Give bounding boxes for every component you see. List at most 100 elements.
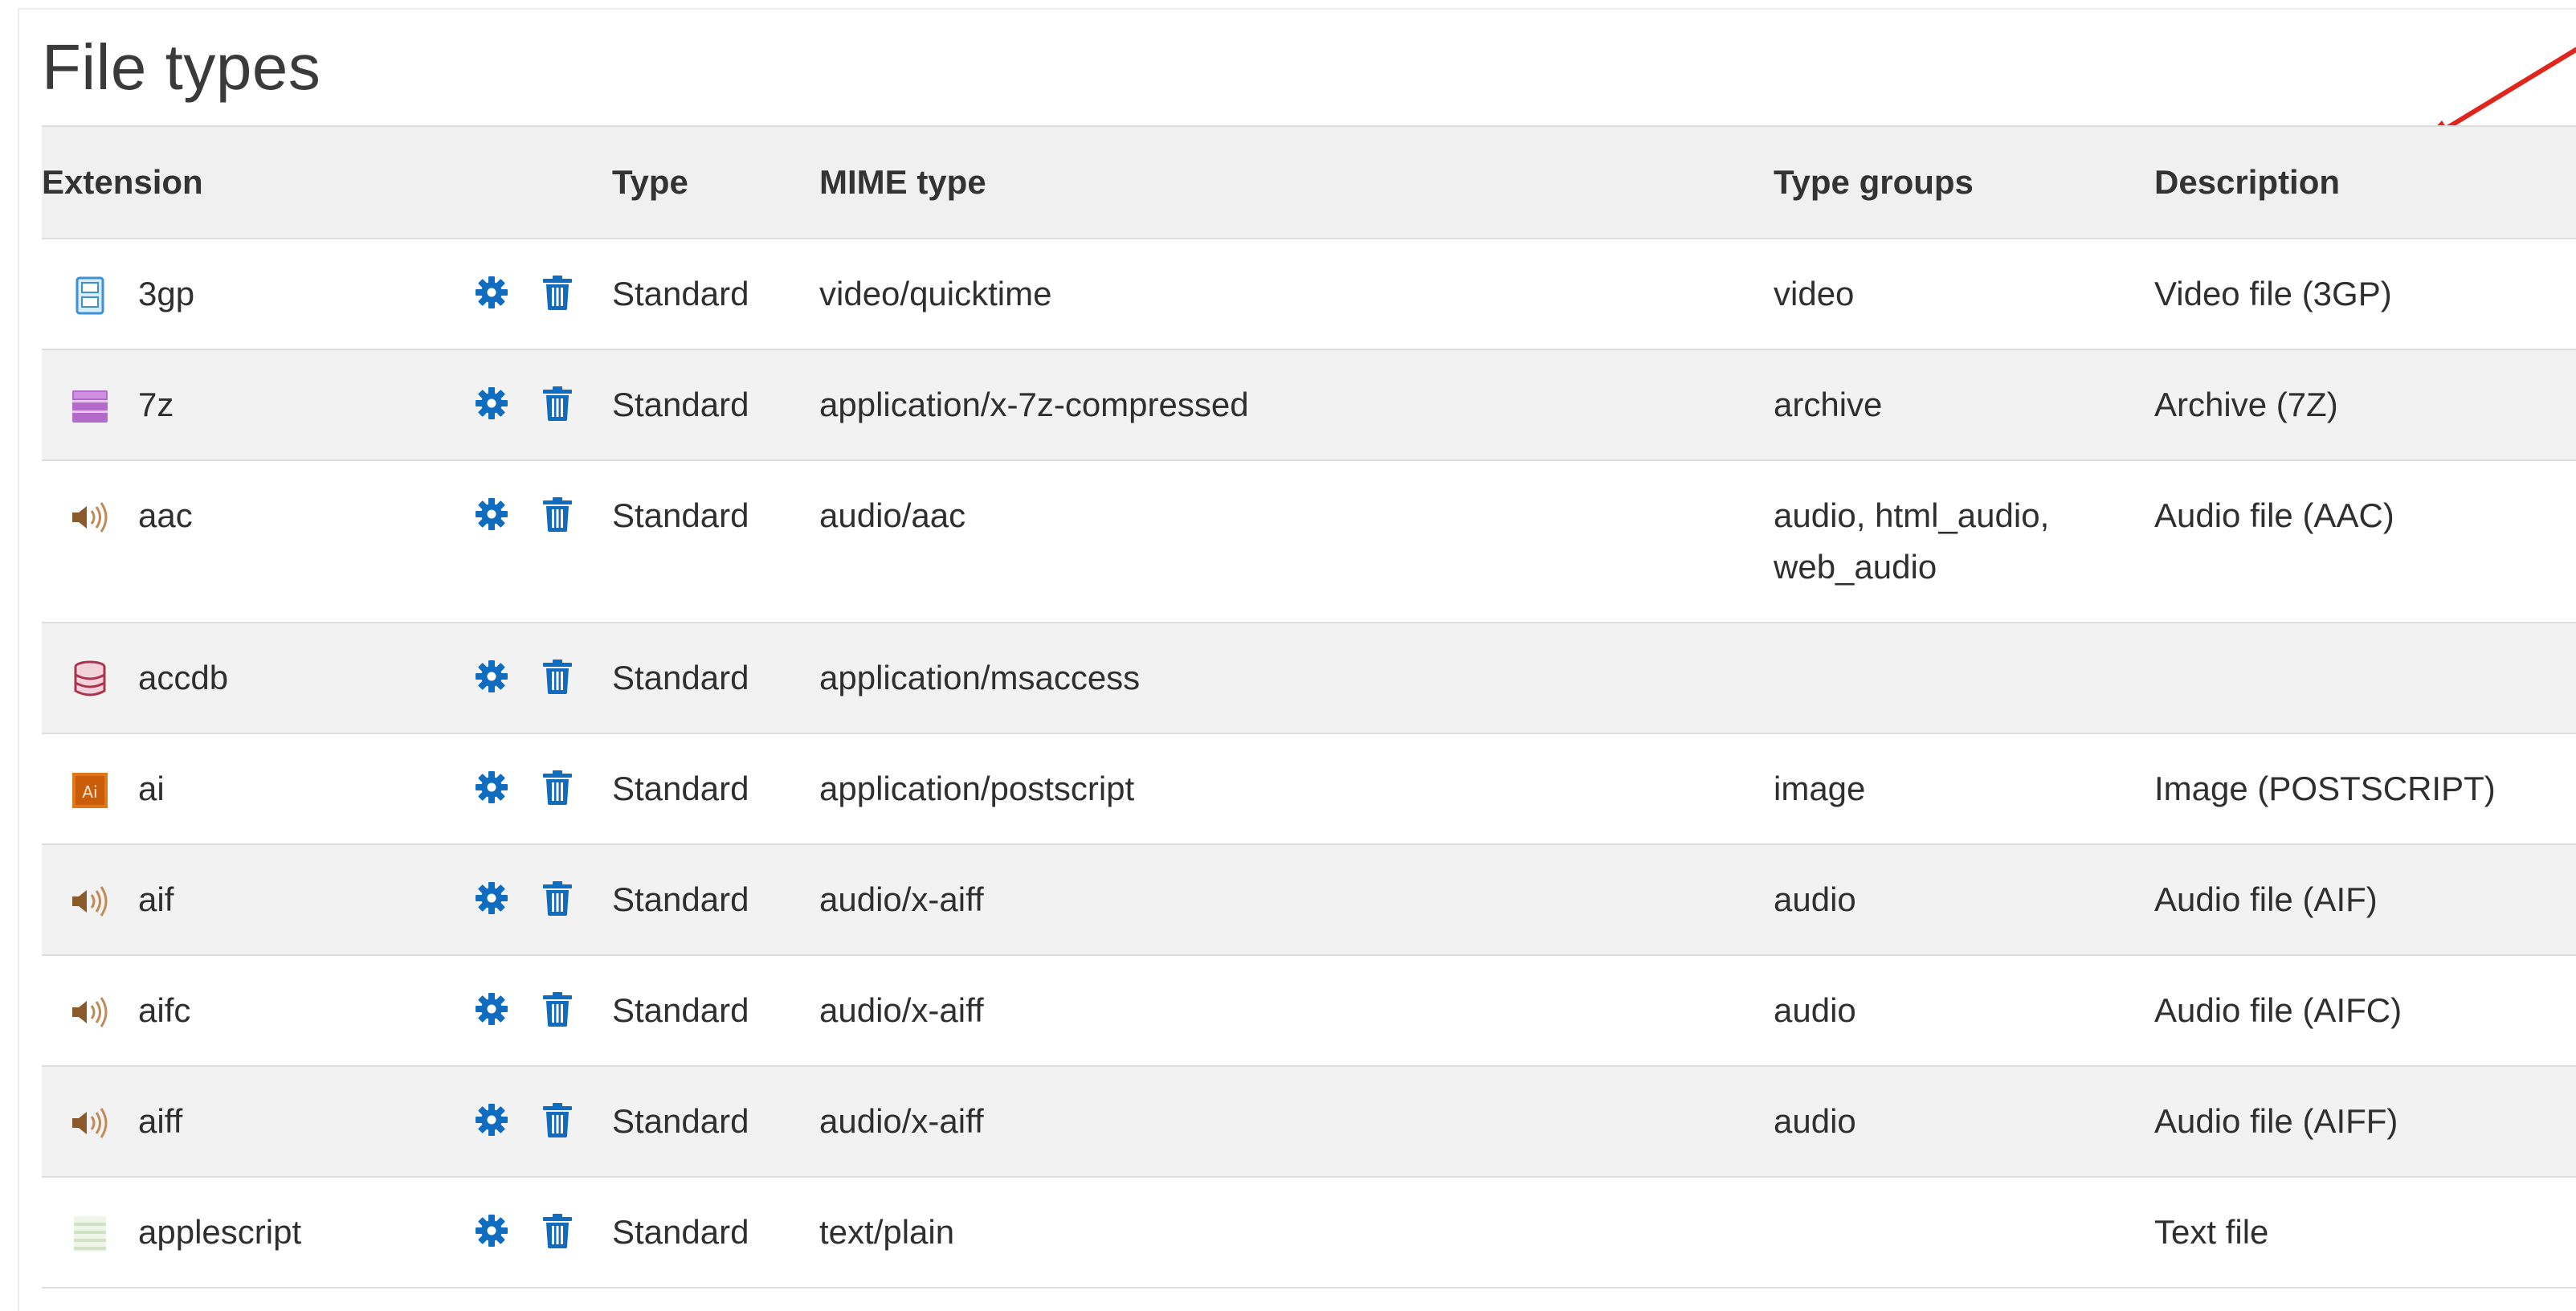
- mime-type-value: audio/x-aiff: [819, 1102, 984, 1140]
- delete-trash-icon[interactable]: [540, 768, 575, 807]
- description-value: Audio file (AAC): [2154, 496, 2394, 534]
- type-groups-cell: [1774, 1177, 2154, 1289]
- description-cell: Image (POSTSCRIPT): [2154, 733, 2576, 845]
- delete-trash-icon[interactable]: [540, 384, 575, 423]
- mime-type-cell: audio/x-aiff: [819, 844, 1774, 956]
- file-types-table: Extension Type MIME type Type groups Des…: [42, 125, 2576, 1289]
- type-cell: Standard: [612, 239, 819, 350]
- type-groups-value: video: [1774, 275, 1855, 312]
- actions-cell: [432, 623, 612, 734]
- column-header-description[interactable]: Description: [2154, 125, 2576, 239]
- text-file-icon: [69, 1213, 111, 1255]
- mime-type-value: application/postscript: [819, 770, 1135, 807]
- description-value: Video file (3GP): [2154, 275, 2392, 312]
- archive-file-icon: [69, 386, 111, 427]
- table-row: 7z Standard application/x-7z-compressed arc…: [42, 349, 2576, 461]
- extension-cell: Ai ai: [42, 733, 432, 845]
- edit-gear-icon[interactable]: [474, 768, 509, 807]
- description-value: Audio file (AIFF): [2154, 1102, 2398, 1140]
- extension-label: aiff: [138, 1102, 183, 1140]
- mime-type-cell: audio/aac: [819, 460, 1774, 623]
- delete-trash-icon[interactable]: [540, 879, 575, 917]
- type-groups-cell: audio: [1774, 955, 2154, 1067]
- edit-gear-icon[interactable]: [474, 990, 509, 1028]
- table-row: applescript Standard text/plain Text file: [42, 1177, 2576, 1289]
- description-value: Audio file (AIFC): [2154, 991, 2402, 1029]
- delete-trash-icon[interactable]: [540, 273, 575, 312]
- type-cell: Standard: [612, 844, 819, 956]
- delete-trash-icon[interactable]: [540, 1211, 575, 1250]
- description-cell: Audio file (AIFF): [2154, 1066, 2576, 1178]
- type-groups-cell: [1774, 623, 2154, 734]
- type-value: Standard: [612, 1213, 749, 1251]
- description-cell: Audio file (AAC): [2154, 460, 2576, 623]
- edit-gear-icon[interactable]: [474, 384, 509, 423]
- mime-type-value: video/quicktime: [819, 275, 1052, 312]
- type-groups-value: archive: [1774, 386, 1883, 423]
- mime-type-cell: audio/x-aiff: [819, 955, 1774, 1067]
- extension-cell: aifc: [42, 955, 432, 1067]
- column-header-type-groups[interactable]: Type groups: [1774, 125, 2154, 239]
- edit-gear-icon[interactable]: [474, 495, 509, 533]
- actions-cell: [432, 349, 612, 461]
- type-groups-cell: video: [1774, 239, 2154, 350]
- extension-cell: 3gp: [42, 239, 432, 350]
- type-groups-value: image: [1774, 770, 1866, 807]
- description-value: Audio file (AIF): [2154, 880, 2378, 918]
- actions-cell: [432, 1066, 612, 1178]
- description-value: [2154, 623, 2576, 652]
- type-groups-cell: image: [1774, 733, 2154, 845]
- type-cell: Standard: [612, 1177, 819, 1289]
- type-cell: Standard: [612, 349, 819, 461]
- column-header-extension[interactable]: Extension: [42, 125, 432, 239]
- table-row: aac Standard audio/aac audio, html_audio, we…: [42, 460, 2576, 623]
- type-groups-value: audio: [1774, 1102, 1856, 1140]
- extension-label: 7z: [138, 386, 174, 423]
- delete-trash-icon[interactable]: [540, 657, 575, 696]
- mime-type-value: audio/x-aiff: [819, 880, 984, 918]
- edit-gear-icon[interactable]: [474, 1101, 509, 1139]
- description-cell: [2154, 623, 2576, 734]
- video-file-icon: [69, 275, 111, 317]
- edit-gear-icon[interactable]: [474, 1211, 509, 1250]
- audio-file-icon: [69, 1102, 111, 1144]
- delete-trash-icon[interactable]: [540, 990, 575, 1028]
- edit-gear-icon[interactable]: [474, 657, 509, 696]
- mime-type-cell: application/msaccess: [819, 623, 1774, 734]
- extension-cell: applescript: [42, 1177, 432, 1289]
- type-groups-value-continued: web_audio: [1774, 548, 1937, 586]
- extension-label: applescript: [138, 1213, 302, 1251]
- column-header-type[interactable]: Type: [612, 125, 819, 239]
- mime-type-cell: application/x-7z-compressed: [819, 349, 1774, 461]
- extension-label: accdb: [138, 659, 229, 696]
- edit-gear-icon[interactable]: [474, 273, 509, 312]
- type-cell: Standard: [612, 460, 819, 623]
- type-groups-value: audio: [1774, 991, 1856, 1029]
- extension-cell: aiff: [42, 1066, 432, 1178]
- type-groups-cell: audio, html_audio, web_audio: [1774, 460, 2154, 623]
- mime-type-value: text/plain: [819, 1213, 955, 1251]
- table-row: 3gp Standard video/quicktime video Video fil…: [42, 239, 2576, 350]
- description-value: Image (POSTSCRIPT): [2154, 770, 2496, 807]
- illustrator-file-icon: Ai: [69, 770, 111, 811]
- type-cell: Standard: [612, 955, 819, 1067]
- mime-type-value: application/msaccess: [819, 659, 1141, 696]
- extension-label: aif: [138, 880, 174, 918]
- description-cell: Text file: [2154, 1177, 2576, 1289]
- edit-gear-icon[interactable]: [474, 879, 509, 917]
- mime-type-value: audio/x-aiff: [819, 991, 984, 1029]
- actions-cell: [432, 955, 612, 1067]
- audio-file-icon: [69, 880, 111, 922]
- delete-trash-icon[interactable]: [540, 1101, 575, 1139]
- mime-type-value: audio/aac: [819, 496, 966, 534]
- page-title: File types: [42, 31, 321, 103]
- description-cell: Audio file (AIFC): [2154, 955, 2576, 1067]
- delete-trash-icon[interactable]: [540, 495, 575, 533]
- extension-label: ai: [138, 770, 165, 807]
- table-row: aifc Standard audio/x-aiff audio Audio file …: [42, 955, 2576, 1067]
- mime-type-cell: video/quicktime: [819, 239, 1774, 350]
- type-value: Standard: [612, 770, 749, 807]
- column-header-mime-type[interactable]: MIME type: [819, 125, 1774, 239]
- mime-type-cell: text/plain: [819, 1177, 1774, 1289]
- type-groups-cell: audio: [1774, 844, 2154, 956]
